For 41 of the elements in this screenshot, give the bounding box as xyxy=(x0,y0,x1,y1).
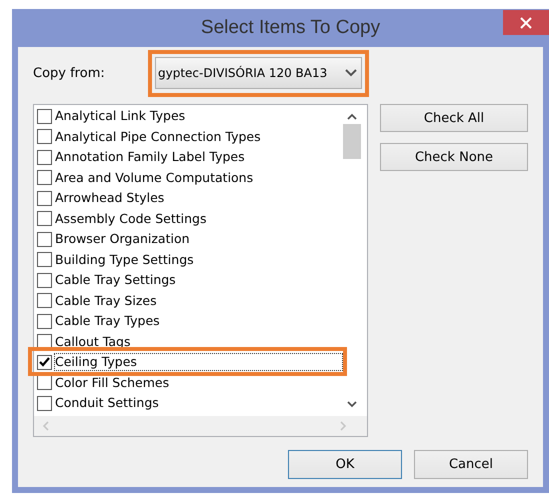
checkbox[interactable] xyxy=(37,129,52,144)
scroll-down-icon[interactable] xyxy=(347,401,357,408)
window-title: Select Items To Copy xyxy=(200,17,380,39)
close-icon xyxy=(520,16,532,28)
list-item[interactable]: Cable Tray Sizes xyxy=(54,292,343,310)
list-item[interactable]: Conduit Settings xyxy=(54,394,343,412)
checkbox[interactable] xyxy=(37,211,52,226)
list-item[interactable]: Building Type Settings xyxy=(54,250,343,269)
list-item[interactable]: Area and Volume Computations xyxy=(54,168,343,187)
list-item[interactable]: Analytical Pipe Connection Types xyxy=(54,128,343,146)
side-button[interactable]: Check None xyxy=(380,143,528,171)
checkbox[interactable] xyxy=(37,150,52,165)
close-button[interactable] xyxy=(503,10,549,35)
dialog-button[interactable]: OK xyxy=(288,450,402,479)
list-item[interactable]: Color Fill Schemes xyxy=(54,374,343,392)
copy-from-dropdown[interactable]: gyptec-DIVISÓRIA 120 BA13 xyxy=(155,57,362,89)
checkbox[interactable] xyxy=(37,272,52,288)
scrollbar-thumb[interactable] xyxy=(343,124,361,159)
checkbox[interactable] xyxy=(37,354,52,370)
checkbox[interactable] xyxy=(37,232,52,247)
checkbox[interactable] xyxy=(37,293,52,308)
checkbox[interactable] xyxy=(37,190,52,206)
list-item[interactable]: Cable Tray Types xyxy=(54,312,343,330)
list-item[interactable]: Browser Organization xyxy=(54,230,343,248)
list-item[interactable]: Assembly Code Settings xyxy=(54,210,343,228)
checkbox[interactable] xyxy=(37,108,52,124)
dialog-button[interactable]: Cancel xyxy=(414,450,528,479)
checkbox[interactable] xyxy=(37,170,52,186)
chevron-down-icon xyxy=(345,69,357,77)
checkbox[interactable] xyxy=(37,252,52,268)
checkbox[interactable] xyxy=(37,396,52,411)
scroll-up-icon[interactable] xyxy=(347,113,357,120)
checkbox[interactable] xyxy=(37,314,52,329)
copy-from-label: Copy from: xyxy=(33,66,106,80)
list-item[interactable]: Arrowhead Styles xyxy=(54,189,343,208)
checkbox[interactable] xyxy=(37,375,52,390)
list-item[interactable]: Ceiling Types xyxy=(54,353,343,372)
list-item[interactable]: Analytical Link Types xyxy=(54,107,343,126)
side-button[interactable]: Check All xyxy=(380,104,528,132)
list-item[interactable]: Cable Tray Settings xyxy=(54,271,343,290)
list-item[interactable]: Annotation Family Label Types xyxy=(54,148,343,166)
